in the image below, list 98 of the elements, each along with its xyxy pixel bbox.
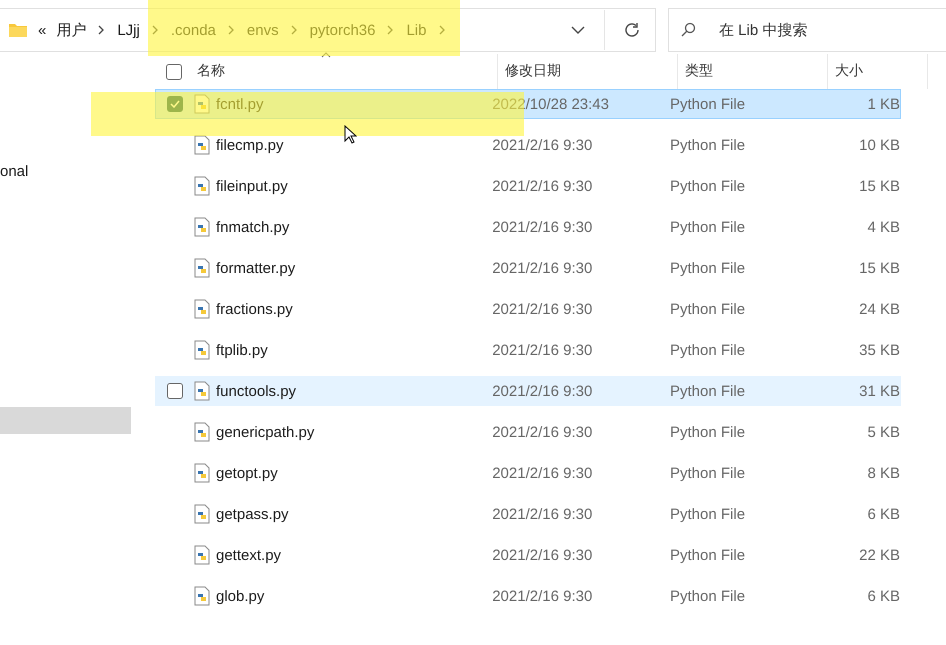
python-file-icon [194,422,210,442]
file-type: Python File [669,546,746,564]
checkbox[interactable] [167,96,183,112]
python-file-icon [194,94,210,114]
file-row[interactable]: getpass.py 2021/2/16 9:30 Python File 6 KB [155,499,901,529]
python-file-icon [194,340,210,360]
file-name: genericpath.py [216,424,314,440]
file-size: 35 KB [858,342,900,358]
file-type: Python File [669,506,746,522]
python-file-icon [194,217,210,237]
file-size: 5 KB [866,424,900,440]
python-file-icon [194,463,210,483]
chevron-right-icon [387,25,394,35]
check-icon [170,100,180,108]
python-file-icon [194,545,210,565]
chevron-down-icon[interactable] [570,25,586,35]
file-name: glob.py [216,588,264,604]
chevron-right-icon [290,25,298,35]
python-file-icon [194,504,210,524]
chevron-right-icon [228,25,235,35]
file-name: formatter.py [216,260,296,276]
file-type: Python File [669,218,746,236]
file-row[interactable]: fractions.py 2021/2/16 9:30 Python File 24 KB [155,294,901,324]
file-name: ftplib.py [216,342,268,358]
file-row[interactable]: fileinput.py 2021/2/16 9:30 Python File 15 KB [155,171,901,201]
chevron-right-icon [98,25,106,35]
file-row[interactable]: genericpath.py 2021/2/16 9:30 Python File 5 KB [155,417,901,447]
file-name: getpass.py [216,506,289,522]
file-name: fileinput.py [216,178,288,194]
modified-date: 2021/2/16 9:30 [491,506,594,522]
file-name: gettext.py [216,546,282,564]
file-size: 15 KB [858,178,900,194]
modified-date: 2021/2/16 9:30 [491,588,594,604]
modified-date: 2021/2/16 9:30 [491,218,594,236]
file-size: 10 KB [858,136,900,154]
file-size: 24 KB [858,300,900,318]
mouse-cursor-icon [344,125,357,144]
file-row[interactable]: getopt.py 2021/2/16 9:30 Python File 8 KB [155,458,901,488]
breadcrumb-item[interactable]: LJjj [117,22,140,38]
file-type: Python File [669,342,746,358]
file-size: 6 KB [866,506,900,522]
file-type: Python File [669,300,746,318]
file-size: 4 KB [866,218,900,236]
modified-date: 2021/2/16 9:30 [491,464,594,482]
chevron-right-icon [438,25,446,35]
file-name: filecmp.py [216,136,284,154]
file-name: functools.py [216,382,296,400]
file-type: Python File [669,382,746,400]
file-row[interactable]: fnmatch.py 2021/2/16 9:30 Python File 4 KB [155,212,901,242]
file-row[interactable]: ftplib.py 2021/2/16 9:30 Python File 35 KB [155,335,901,365]
refresh-icon[interactable] [623,21,641,39]
file-name: fnmatch.py [216,218,290,236]
file-row[interactable]: glob.py 2021/2/16 9:30 Python File 6 KB [155,581,901,611]
file-size: 6 KB [866,588,900,604]
nav-item[interactable]: onal [0,158,131,185]
file-size: 31 KB [858,382,900,400]
file-name: fcntl.py [216,96,264,112]
modified-date: 2021/2/16 9:30 [491,178,594,194]
file-type: Python File [669,464,746,482]
modified-date: 2021/2/16 9:30 [491,136,594,154]
modified-date: 2021/2/16 9:30 [491,300,594,318]
file-name: getopt.py [216,464,278,482]
modified-date: 2021/2/16 9:30 [491,424,594,440]
python-file-icon [194,381,210,401]
file-type: Python File [669,588,746,604]
modified-date: 2021/2/16 9:30 [491,342,594,358]
checkbox[interactable] [167,383,183,399]
breadcrumb-item[interactable]: 用户 [56,20,86,40]
sort-ascending-icon [320,52,331,58]
python-file-icon [194,586,210,606]
search-icon [680,22,696,38]
file-type: Python File [669,260,746,276]
python-file-icon [194,135,210,155]
python-file-icon [194,299,210,319]
file-row[interactable]: filecmp.py 2021/2/16 9:30 Python File 10 KB [155,130,901,160]
python-file-icon [194,176,210,196]
overflow-chevron[interactable]: « [38,22,46,38]
file-size: 15 KB [858,260,900,276]
file-size: 1 KB [866,96,900,112]
folder-icon [8,22,28,38]
search-field[interactable]: 在 Lib 中搜索 [668,8,946,52]
file-type: Python File [669,96,746,112]
file-size: 8 KB [866,464,900,482]
select-all-checkbox[interactable] [166,64,182,80]
python-file-icon [194,258,210,278]
file-row[interactable]: formatter.py 2021/2/16 9:30 Python File 15 KB [155,253,901,283]
file-type: Python File [669,178,746,194]
file-row[interactable]: functools.py 2021/2/16 9:30 Python File 31 KB [155,376,901,406]
modified-date: 2021/2/16 9:30 [491,546,594,564]
file-size: 22 KB [858,546,900,564]
file-type: Python File [669,424,746,440]
file-type: Python File [669,136,746,154]
chevron-right-icon [152,25,159,35]
address-bar[interactable]: « 用户 LJjj .conda envs pytorch36 Lib [0,8,656,52]
file-name: fractions.py [216,300,293,318]
modified-date: 2021/2/16 9:30 [491,382,594,400]
file-row[interactable]: gettext.py 2021/2/16 9:30 Python File 22 KB [155,540,901,570]
modified-date: 2021/2/16 9:30 [491,260,594,276]
